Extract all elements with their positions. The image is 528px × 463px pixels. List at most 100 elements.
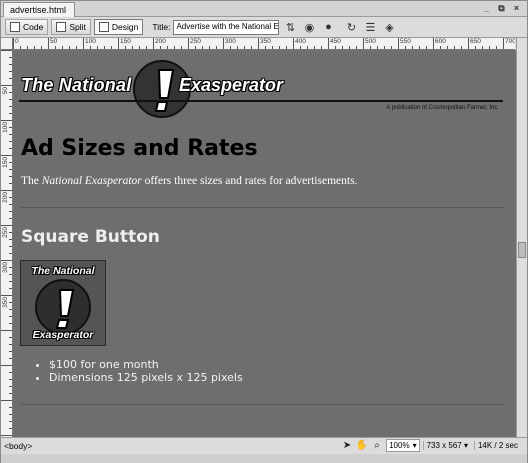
ruler-tick bbox=[20, 46, 21, 49]
ruler-label: 50 bbox=[50, 38, 58, 45]
ruler-tick bbox=[9, 302, 12, 303]
ruler-label: 250 bbox=[190, 38, 201, 45]
ruler-tick bbox=[9, 239, 12, 240]
ruler-tick bbox=[363, 38, 364, 49]
page-title-input[interactable]: Advertise with the National Ex bbox=[173, 19, 280, 35]
ruler-tick bbox=[244, 46, 245, 49]
ruler-tick bbox=[34, 46, 35, 49]
ruler-tick bbox=[9, 71, 12, 72]
design-canvas[interactable]: The National Exasperator A publication o… bbox=[13, 50, 516, 437]
ruler-tick bbox=[9, 267, 12, 268]
ruler-tick bbox=[160, 46, 161, 49]
list-item[interactable]: $100 for one month bbox=[49, 358, 243, 371]
ruler-tick bbox=[265, 46, 266, 49]
horizontal-rule[interactable] bbox=[21, 207, 504, 208]
horizontal-rule[interactable] bbox=[21, 404, 504, 405]
ruler-tick bbox=[118, 38, 119, 49]
split-view-button[interactable]: Split bbox=[51, 19, 91, 35]
file-management-icon[interactable]: ⇅ bbox=[282, 19, 298, 35]
rate-list: $100 for one month Dimensions 125 pixels… bbox=[35, 358, 243, 384]
ruler-tick bbox=[9, 337, 12, 338]
ruler-tick bbox=[9, 176, 12, 177]
document-tab-bar: advertise.html _ ⧉ × bbox=[1, 1, 527, 17]
ruler-tick bbox=[9, 218, 12, 219]
ad-title-part-2: Exasperator bbox=[32, 329, 94, 341]
ruler-tick bbox=[9, 386, 12, 387]
window-size[interactable]: 733 x 567 ▾ bbox=[422, 441, 471, 450]
globe-icon[interactable]: ● bbox=[320, 19, 336, 35]
intro-paragraph[interactable]: The National Exasperator offers three si… bbox=[21, 175, 357, 187]
window-controls: _ ⧉ × bbox=[482, 3, 521, 14]
ruler-corner[interactable] bbox=[1, 38, 13, 50]
ruler-label: 400 bbox=[295, 38, 306, 45]
ruler-tick bbox=[9, 127, 12, 128]
section-heading[interactable]: Square Button bbox=[21, 227, 160, 247]
design-view-button[interactable]: Design bbox=[93, 19, 144, 35]
restore-icon[interactable]: ⧉ bbox=[497, 3, 506, 14]
ruler-label: 300 bbox=[2, 262, 9, 273]
ruler-label: 500 bbox=[365, 38, 376, 45]
ruler-tick bbox=[76, 46, 77, 49]
ruler-tick bbox=[370, 46, 371, 49]
ruler-tick bbox=[475, 46, 476, 49]
ruler-tick bbox=[9, 92, 12, 93]
refresh-icon[interactable]: ↻ bbox=[343, 19, 359, 35]
ruler-tick bbox=[9, 358, 12, 359]
vertical-scrollbar[interactable] bbox=[516, 38, 527, 437]
status-bar: <body> ➤ ✋ ⌕ 100% ▾ 733 x 567 ▾ 14K / 2 s… bbox=[1, 437, 527, 454]
status-tools: ➤ ✋ ⌕ 100% ▾ 733 x 567 ▾ 14K / 2 sec bbox=[341, 439, 521, 452]
ruler-tick bbox=[9, 379, 12, 380]
ruler-tick bbox=[307, 46, 308, 49]
ruler-tick bbox=[132, 46, 133, 49]
ruler-tick bbox=[104, 46, 105, 49]
code-view-button[interactable]: Code bbox=[5, 19, 49, 35]
ruler-tick bbox=[1, 190, 12, 191]
ruler-tick bbox=[174, 46, 175, 49]
preview-browser-icon[interactable]: ◉ bbox=[301, 19, 317, 35]
ruler-tick bbox=[195, 46, 196, 49]
document-window: advertise.html _ ⧉ × Code Split Design T… bbox=[0, 0, 528, 463]
ruler-tick bbox=[1, 155, 12, 156]
ruler-tick bbox=[349, 46, 350, 49]
view-options-icon[interactable]: ☰ bbox=[362, 19, 378, 35]
ruler-tick bbox=[9, 211, 12, 212]
ruler-tick bbox=[293, 38, 294, 49]
ruler-label: 550 bbox=[400, 38, 411, 45]
tag-selector[interactable]: <body> bbox=[4, 441, 32, 451]
ruler-tick bbox=[300, 46, 301, 49]
chevron-down-icon: ▾ bbox=[412, 441, 417, 450]
minimize-icon[interactable]: _ bbox=[482, 3, 491, 14]
hand-icon[interactable]: ✋ bbox=[356, 439, 368, 452]
visual-aids-icon[interactable]: ◈ bbox=[381, 19, 397, 35]
ruler-tick bbox=[97, 46, 98, 49]
ruler-tick bbox=[314, 46, 315, 49]
ruler-label: 0 bbox=[15, 38, 19, 45]
ruler-label: 600 bbox=[435, 38, 446, 45]
square-button-ad-image[interactable]: The National Exasperator bbox=[20, 260, 106, 346]
zoom-select[interactable]: 100% ▾ bbox=[386, 439, 420, 452]
ruler-tick bbox=[13, 38, 14, 49]
close-icon[interactable]: × bbox=[512, 3, 521, 14]
ruler-tick bbox=[321, 46, 322, 49]
scrollbar-thumb[interactable] bbox=[518, 242, 526, 258]
ruler-tick bbox=[9, 134, 12, 135]
ruler-tick bbox=[1, 85, 12, 86]
ruler-tick bbox=[461, 46, 462, 49]
ruler-tick bbox=[9, 309, 12, 310]
ruler-tick bbox=[9, 393, 12, 394]
ruler-tick bbox=[9, 351, 12, 352]
ruler-tick bbox=[9, 428, 12, 429]
ruler-tick bbox=[153, 38, 154, 49]
list-item[interactable]: Dimensions 125 pixels x 125 pixels bbox=[49, 371, 243, 384]
ruler-tick bbox=[69, 46, 70, 49]
document-tab[interactable]: advertise.html bbox=[3, 2, 76, 17]
banner-title-part-2: Exasperator bbox=[179, 75, 284, 95]
ruler-tick bbox=[258, 38, 259, 49]
ruler-tick bbox=[1, 400, 12, 401]
ruler-tick bbox=[9, 78, 12, 79]
ruler-tick bbox=[9, 162, 12, 163]
page-heading[interactable]: Ad Sizes and Rates bbox=[21, 136, 258, 161]
zoom-icon[interactable]: ⌕ bbox=[371, 439, 383, 452]
pointer-icon[interactable]: ➤ bbox=[341, 439, 353, 452]
ruler-tick bbox=[223, 38, 224, 49]
